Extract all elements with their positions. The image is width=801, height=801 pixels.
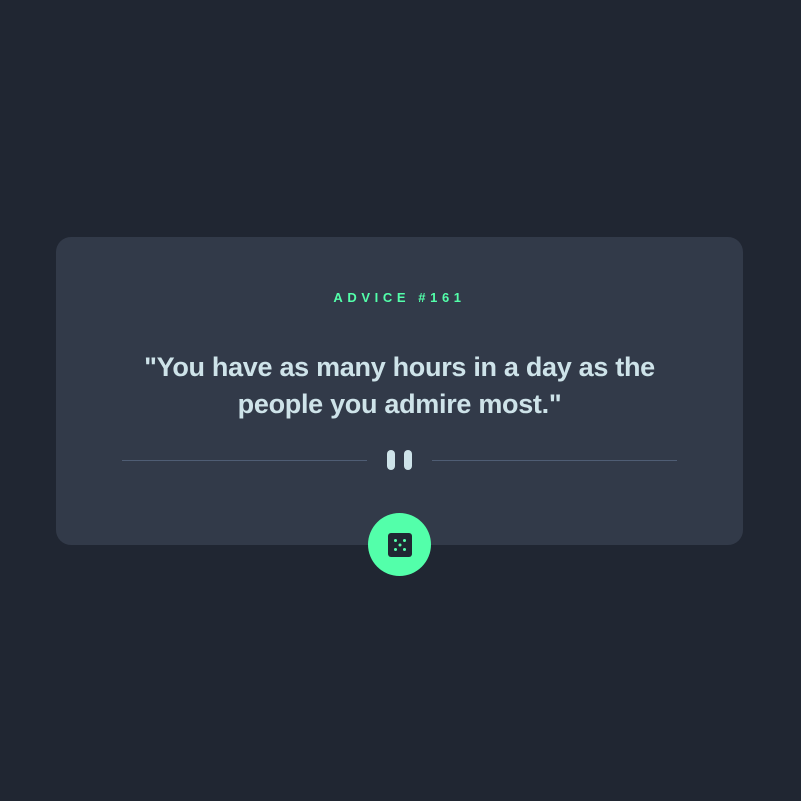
divider-line-right bbox=[432, 460, 677, 461]
dice-icon bbox=[387, 532, 412, 557]
advice-quote: "You have as many hours in a day as the … bbox=[144, 352, 655, 419]
new-advice-button[interactable] bbox=[368, 513, 431, 576]
pattern-divider bbox=[122, 450, 677, 470]
advice-number: ADVICE #161 bbox=[333, 290, 466, 305]
divider-line-left bbox=[122, 460, 367, 461]
advice-card: ADVICE #161 "You have as many hours in a… bbox=[56, 237, 743, 545]
pause-icon bbox=[387, 450, 413, 470]
